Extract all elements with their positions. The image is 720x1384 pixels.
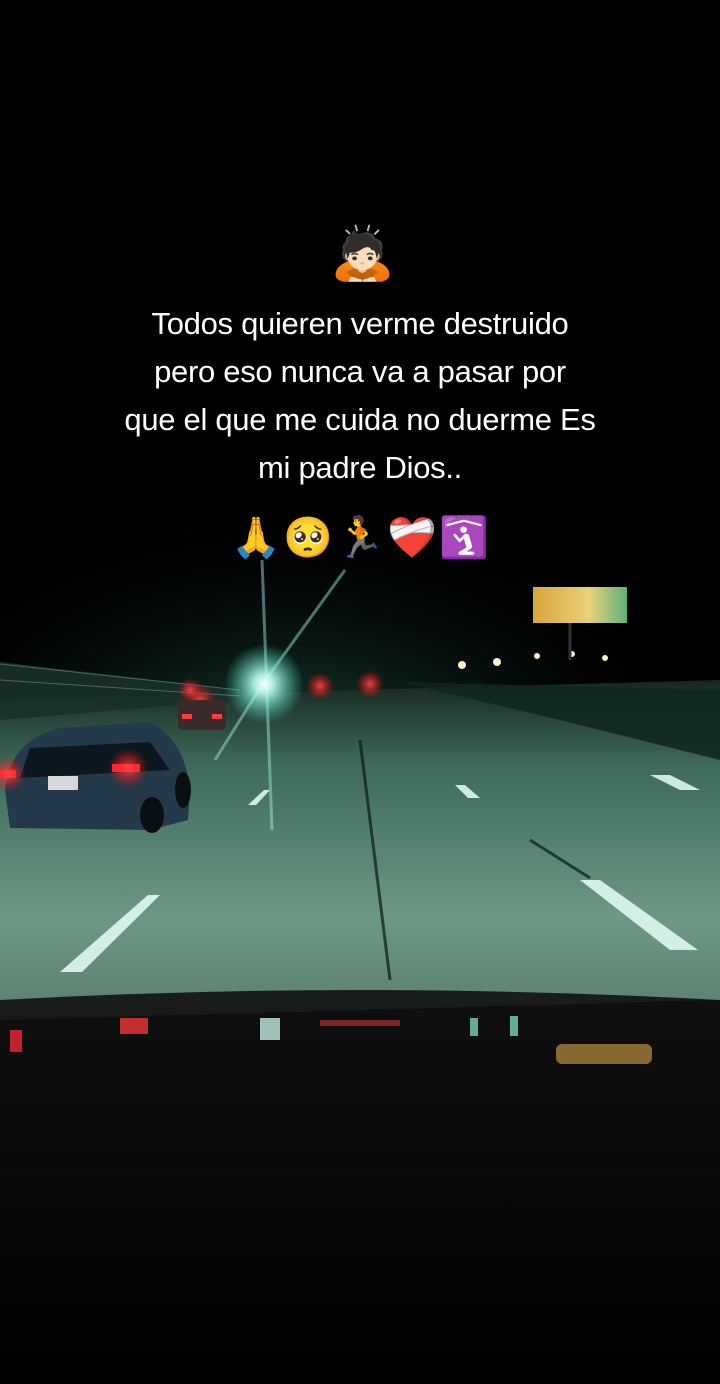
- caption-line: Todos quieren verme destruido: [151, 306, 569, 341]
- caption-text: Todos quieren verme destruido pero eso n…: [60, 300, 660, 492]
- caption-line: pero eso nunca va a pasar por: [154, 354, 566, 389]
- emoji-row: 🙏 🥺 🏃 ❤️‍🩹 🛐: [220, 510, 500, 566]
- running-person-icon: 🏃: [335, 515, 385, 561]
- headlight-glow: [224, 644, 304, 724]
- caption-line: mi padre Dios..: [258, 450, 462, 485]
- night-highway-scene: [0, 0, 720, 1384]
- praying-hands-icon: 🙏: [231, 515, 281, 561]
- place-of-worship-icon: 🛐: [439, 515, 489, 561]
- pleading-face-icon: 🥺: [283, 515, 333, 561]
- caption-line: que el que me cuida no duerme Es: [124, 402, 596, 437]
- bowing-person-emoji: 🙇🏻: [330, 224, 395, 284]
- mending-heart-icon: ❤️‍🩹: [387, 515, 437, 561]
